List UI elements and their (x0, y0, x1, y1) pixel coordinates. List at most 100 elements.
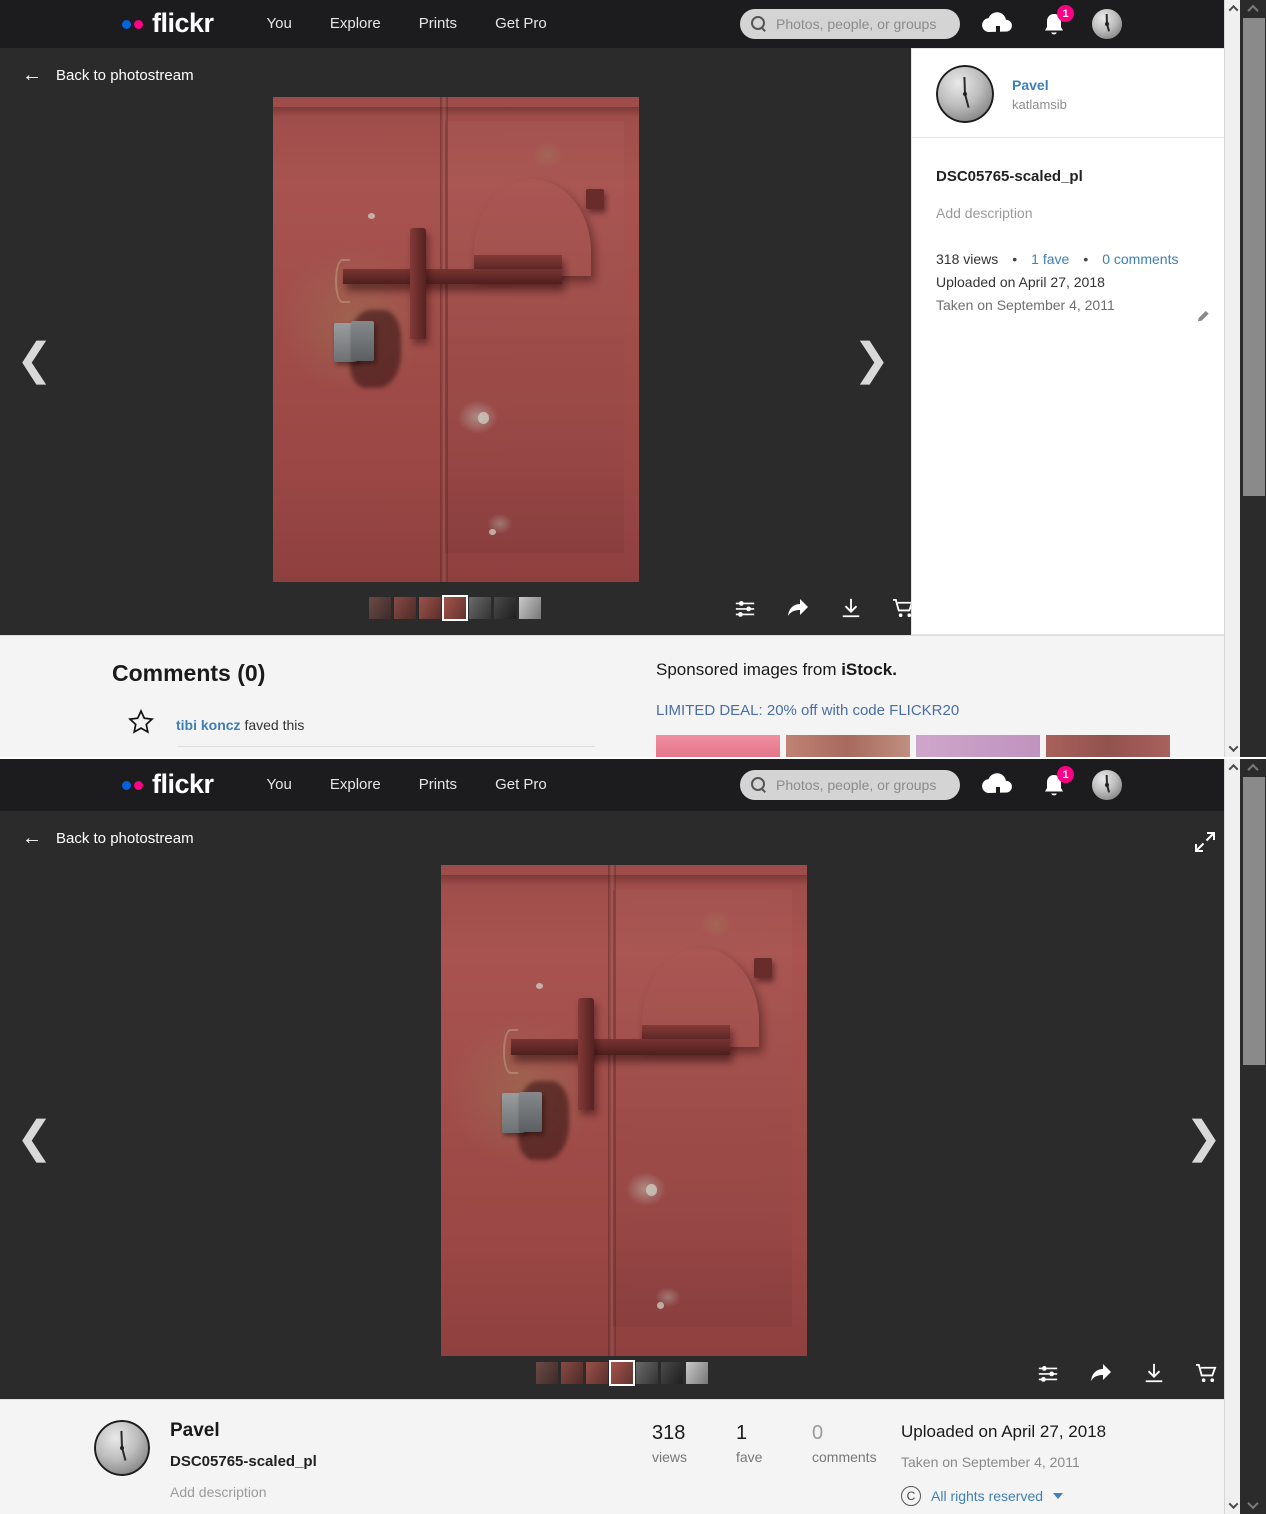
scroll-up-button[interactable] (1225, 759, 1240, 776)
expand-icon[interactable] (1192, 829, 1218, 855)
sponsored-tile-2[interactable] (786, 735, 910, 757)
nav-item-prints[interactable]: Prints (400, 0, 476, 48)
thumbnail-strip (536, 1360, 708, 1386)
owner-block: Pavel DSC05765-scaled_pl Add description (94, 1420, 317, 1500)
sponsored-heading: Sponsored images from iStock. (656, 660, 1170, 680)
search-input[interactable] (776, 16, 941, 32)
photo-image (273, 97, 639, 582)
taken-date: Taken on September 4, 2011 (936, 297, 1115, 313)
thumbnail-item[interactable] (561, 1362, 583, 1384)
scroll-up-button[interactable] (1225, 0, 1240, 17)
photo-title[interactable]: DSC05765-scaled_pl (170, 1453, 317, 1470)
nav-item-explore[interactable]: Explore (311, 0, 400, 48)
fave-user-link[interactable]: tibi koncz (176, 717, 241, 733)
thumbnail-item[interactable] (686, 1362, 708, 1384)
sponsored-tile-3[interactable] (916, 735, 1040, 757)
nav-item-get-pro[interactable]: Get Pro (476, 0, 566, 48)
user-avatar[interactable] (1090, 768, 1124, 802)
owner-popup-body: DSC05765-scaled_pl Add description 318 v… (912, 138, 1239, 333)
thumbnail-item[interactable] (661, 1362, 683, 1384)
fave-suffix: faved this (240, 716, 305, 733)
browser-scroll-up-button[interactable] (1240, 759, 1266, 777)
search-box[interactable] (740, 770, 960, 800)
stat-views[interactable]: 318 views (652, 1422, 687, 1465)
sponsored-tile-1[interactable] (656, 735, 780, 757)
thumbnail-item[interactable] (369, 597, 391, 619)
share-icon[interactable] (786, 596, 810, 620)
faves-link[interactable]: 1 fave (1031, 251, 1069, 267)
prev-photo-button[interactable]: ❮ (16, 1116, 53, 1160)
uploaded-date: Uploaded on April 27, 2018 (936, 274, 1105, 290)
photo-actions (1037, 1361, 1218, 1385)
thumbnail-item[interactable] (494, 597, 516, 619)
search-input[interactable] (776, 777, 941, 793)
sponsored-deal-link[interactable]: LIMITED DEAL: 20% off with code FLICKR20 (656, 702, 1170, 719)
thumbnail-item[interactable] (586, 1362, 608, 1384)
owner-username[interactable]: Pavel (170, 1420, 317, 1442)
cloud-upload-icon[interactable] (978, 772, 1018, 798)
cloud-upload-icon[interactable] (978, 11, 1018, 37)
thumbnail-item[interactable] (636, 1362, 658, 1384)
scroll-down-button[interactable] (1225, 740, 1240, 757)
sponsored-tile-4[interactable] (1046, 735, 1170, 757)
thumbnail-item-selected[interactable] (609, 1360, 635, 1386)
nav-item-you[interactable]: You (248, 759, 311, 811)
stat-faves[interactable]: 1 fave (736, 1422, 762, 1465)
browser-scroll-thumb[interactable] (1243, 777, 1265, 1065)
thumbnail-item[interactable] (394, 597, 416, 619)
cart-icon[interactable] (1195, 1362, 1218, 1385)
next-photo-button[interactable]: ❯ (1185, 1116, 1222, 1160)
caret-down-icon[interactable] (1053, 1493, 1064, 1499)
pencil-icon[interactable] (1196, 309, 1211, 327)
owner-info-popup: Pavel katlamsib DSC05765-scaled_pl Add d… (911, 48, 1240, 635)
thumbnail-item[interactable] (536, 1362, 558, 1384)
download-icon[interactable] (1143, 1362, 1165, 1384)
stat-comments[interactable]: 0 comments (812, 1422, 877, 1465)
browser-scroll-up-button[interactable] (1240, 0, 1266, 18)
add-description-field[interactable]: Add description (936, 205, 1215, 221)
adjust-icon[interactable] (734, 597, 756, 619)
comments-link[interactable]: 0 comments (1102, 251, 1178, 267)
flickr-logo[interactable]: flickr (122, 770, 214, 799)
nav-item-get-pro[interactable]: Get Pro (476, 759, 566, 811)
notifications-button[interactable]: 1 (1038, 766, 1074, 802)
adjust-icon[interactable] (1037, 1362, 1059, 1384)
nav-item-prints[interactable]: Prints (400, 759, 476, 811)
browser-scroll-thumb[interactable] (1243, 18, 1265, 496)
logo-dots-icon (122, 780, 143, 790)
license-link[interactable]: All rights reserved (931, 1488, 1043, 1504)
owner-username-link[interactable]: Pavel (1012, 77, 1067, 93)
notification-badge: 1 (1057, 5, 1074, 22)
thumbnail-item[interactable] (519, 597, 541, 619)
main-photo[interactable] (273, 97, 639, 582)
scroll-down-button[interactable] (1225, 1497, 1240, 1514)
photo-title[interactable]: DSC05765-scaled_pl (936, 168, 1215, 185)
main-photo[interactable] (441, 865, 807, 1356)
nav-item-you[interactable]: You (248, 0, 311, 48)
back-to-photostream-link[interactable]: ← Back to photostream (22, 828, 194, 848)
site-header: flickr You Explore Prints Get Pro 1 (0, 759, 1240, 811)
notifications-button[interactable]: 1 (1038, 5, 1074, 41)
owner-avatar[interactable] (94, 1420, 150, 1476)
prev-photo-button[interactable]: ❮ (16, 338, 53, 382)
browser-scrollbar-top[interactable] (1240, 0, 1266, 757)
thumbnail-item[interactable] (419, 597, 441, 619)
search-box[interactable] (740, 9, 960, 39)
thumbnail-item-selected[interactable] (442, 595, 468, 621)
browser-scroll-down-button[interactable] (1240, 1496, 1266, 1514)
browser-scrollbar-bottom[interactable] (1240, 759, 1266, 1514)
page-scrollbar-top[interactable] (1224, 0, 1240, 757)
sponsored-brand: iStock. (841, 660, 897, 679)
page-scrollbar-bottom[interactable] (1224, 759, 1240, 1514)
download-icon[interactable] (840, 597, 862, 619)
flickr-logo[interactable]: flickr (122, 9, 214, 38)
owner-avatar[interactable] (936, 65, 994, 123)
back-to-photostream-link[interactable]: ← Back to photostream (22, 65, 194, 85)
next-photo-button[interactable]: ❯ (853, 338, 890, 382)
nav-item-explore[interactable]: Explore (311, 759, 400, 811)
add-description-field[interactable]: Add description (170, 1484, 317, 1500)
thumbnail-item[interactable] (469, 597, 491, 619)
share-icon[interactable] (1089, 1361, 1113, 1385)
user-avatar[interactable] (1090, 7, 1124, 41)
license-row[interactable]: C All rights reserved (901, 1486, 1106, 1506)
